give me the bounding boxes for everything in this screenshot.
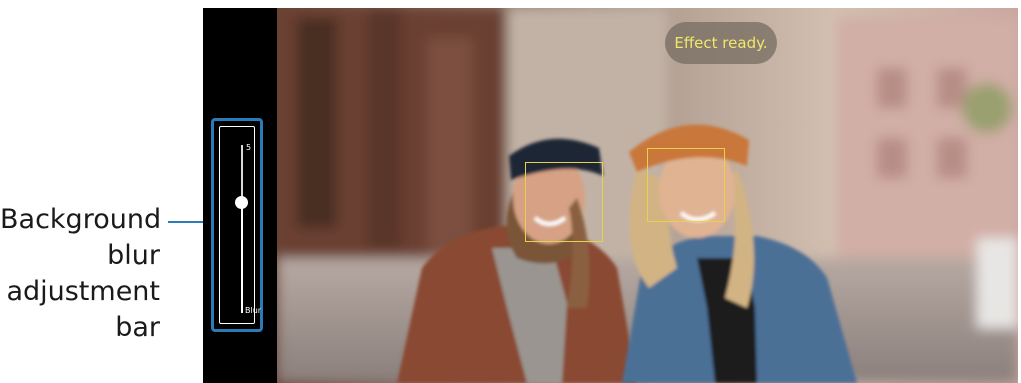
slider-thumb[interactable]: [235, 195, 248, 209]
face-detection-box-2: [647, 148, 725, 222]
callout-label: Background blur adjustment bar: [0, 202, 162, 346]
slider-highlight-frame: 5 Blur: [211, 118, 263, 332]
camera-screen: 5 Blur Effect ready.: [203, 8, 1018, 383]
face-detection-box-1: [525, 162, 603, 242]
slider-fill: [241, 202, 243, 313]
callout-line-1: Background: [0, 204, 162, 235]
callout-line-3: adjustment: [6, 276, 160, 307]
left-control-panel: 5 Blur: [203, 8, 277, 383]
blur-adjustment-bar[interactable]: 5 Blur: [219, 126, 261, 324]
blur-value: 5: [246, 143, 252, 152]
blur-label: Blur: [245, 306, 262, 315]
callout-line-2: blur: [107, 240, 160, 271]
callout-line-4: bar: [115, 312, 160, 343]
effect-ready-toast: Effect ready.: [665, 22, 777, 64]
camera-preview[interactable]: Effect ready.: [277, 8, 1018, 383]
